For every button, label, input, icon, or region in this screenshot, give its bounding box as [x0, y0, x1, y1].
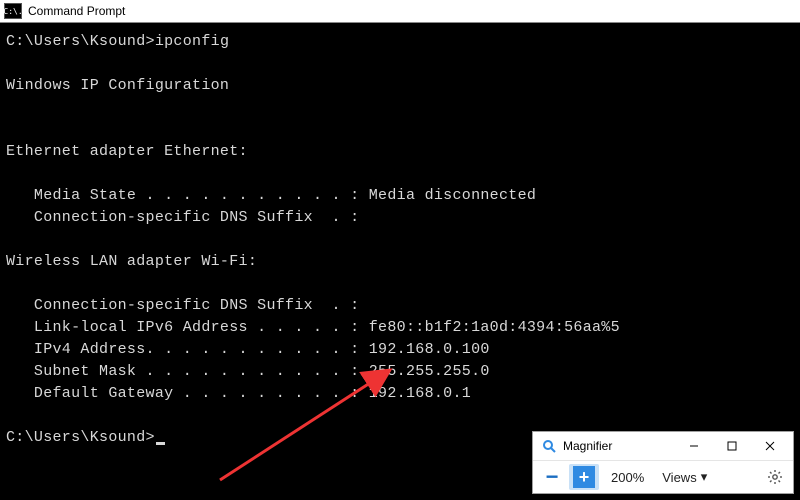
output-line: Link-local IPv6 Address . . . . . : fe80…	[6, 319, 620, 336]
zoom-value: 200%	[601, 470, 654, 485]
zoom-in-button[interactable]: +	[569, 464, 599, 490]
output-line: Ethernet adapter Ethernet:	[6, 143, 248, 160]
views-dropdown[interactable]: Views ▾	[656, 469, 713, 485]
close-button[interactable]	[751, 432, 789, 460]
typed-command: ipconfig	[155, 33, 229, 50]
output-line: Windows IP Configuration	[6, 77, 229, 94]
zoom-out-button[interactable]: −	[537, 464, 567, 490]
output-line: IPv4 Address. . . . . . . . . . . : 192.…	[6, 341, 490, 358]
output-line: Connection-specific DNS Suffix . :	[6, 209, 359, 226]
magnifier-window[interactable]: Magnifier − + 200% Views ▾	[532, 431, 794, 494]
command-prompt-window: C:\. Command Prompt C:\Users\Ksound>ipco…	[0, 0, 800, 500]
cursor	[156, 442, 165, 445]
magnifier-toolbar: − + 200% Views ▾	[533, 460, 793, 493]
chevron-down-icon: ▾	[701, 469, 708, 485]
window-title: Command Prompt	[28, 4, 125, 18]
output-line: Default Gateway . . . . . . . . . : 192.…	[6, 385, 471, 402]
magnifier-titlebar[interactable]: Magnifier	[533, 432, 793, 460]
views-label: Views	[662, 470, 696, 485]
cmd-app-icon: C:\.	[4, 3, 22, 19]
settings-button[interactable]	[761, 464, 789, 490]
magnifier-title: Magnifier	[563, 439, 675, 453]
minimize-button[interactable]	[675, 432, 713, 460]
maximize-button[interactable]	[713, 432, 751, 460]
titlebar[interactable]: C:\. Command Prompt	[0, 0, 800, 23]
prompt: C:\Users\Ksound>	[6, 429, 155, 446]
output-line: Wireless LAN adapter Wi-Fi:	[6, 253, 257, 270]
output-line: Connection-specific DNS Suffix . :	[6, 297, 359, 314]
terminal-output[interactable]: C:\Users\Ksound>ipconfig Windows IP Conf…	[0, 23, 800, 457]
output-line: Subnet Mask . . . . . . . . . . . : 255.…	[6, 363, 490, 380]
magnifier-icon	[541, 438, 557, 454]
prompt: C:\Users\Ksound>	[6, 33, 155, 50]
output-line: Media State . . . . . . . . . . . : Medi…	[6, 187, 536, 204]
